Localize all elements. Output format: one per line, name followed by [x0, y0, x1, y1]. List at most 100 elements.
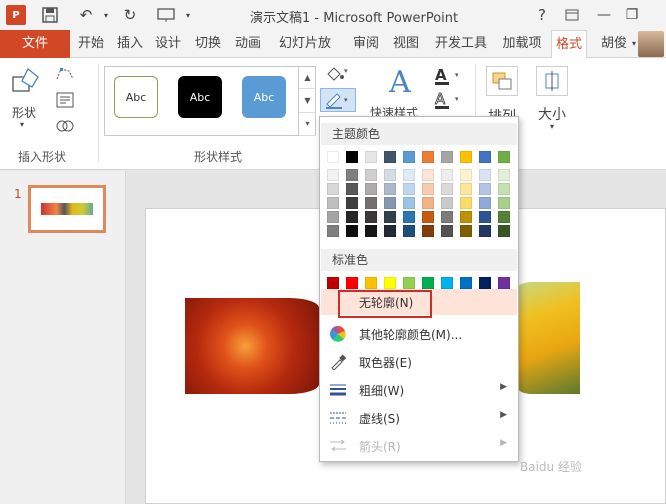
theme-color-swatch[interactable] — [498, 151, 510, 163]
theme-color-swatch[interactable] — [365, 151, 377, 163]
redo-icon[interactable]: ↻ — [120, 5, 140, 25]
undo-icon[interactable]: ↶ — [76, 5, 96, 25]
theme-shade-swatch[interactable] — [441, 211, 453, 223]
theme-shade-swatch[interactable] — [403, 197, 415, 209]
theme-shade-swatch[interactable] — [422, 225, 434, 237]
text-box-icon[interactable] — [54, 90, 76, 110]
theme-shade-swatch[interactable] — [441, 183, 453, 195]
tab-view[interactable]: 视图 — [388, 30, 424, 58]
size-label[interactable]: 大小 — [538, 104, 566, 124]
gallery-up-icon[interactable]: ▲ — [299, 66, 316, 90]
theme-color-swatch[interactable] — [479, 151, 491, 163]
theme-shade-swatch[interactable] — [403, 211, 415, 223]
restore-icon[interactable]: ❐ — [620, 4, 644, 26]
standard-color-swatch[interactable] — [365, 277, 377, 289]
dashes-item[interactable]: 虚线(S) ▶ — [321, 405, 517, 431]
tab-slideshow[interactable]: 幻灯片放 — [270, 30, 340, 58]
theme-color-swatch[interactable] — [422, 151, 434, 163]
standard-color-swatch[interactable] — [422, 277, 434, 289]
theme-shade-swatch[interactable] — [403, 169, 415, 181]
shape-outline-icon[interactable]: ▾ — [320, 88, 356, 112]
tab-insert[interactable]: 插入 — [112, 30, 148, 58]
minimize-icon[interactable]: — — [592, 4, 616, 26]
standard-color-swatch[interactable] — [327, 277, 339, 289]
theme-shade-swatch[interactable] — [365, 197, 377, 209]
theme-shade-swatch[interactable] — [327, 169, 339, 181]
arrows-item[interactable]: 箭头(R) ▶ — [321, 433, 517, 459]
size-icon[interactable] — [536, 66, 568, 96]
theme-shade-swatch[interactable] — [384, 225, 396, 237]
theme-shade-swatch[interactable] — [403, 225, 415, 237]
text-fill-icon[interactable]: A ▾ — [432, 66, 468, 86]
tab-home[interactable]: 开始 — [72, 30, 110, 58]
shapes-dropdown-icon[interactable]: ▾ — [20, 120, 24, 129]
standard-color-swatch[interactable] — [460, 277, 472, 289]
user-name[interactable]: 胡俊 — [596, 30, 632, 58]
theme-shade-swatch[interactable] — [479, 197, 491, 209]
help-icon[interactable]: ? — [530, 4, 554, 26]
theme-shade-swatch[interactable] — [346, 225, 358, 237]
theme-shade-swatch[interactable] — [422, 211, 434, 223]
tab-animations[interactable]: 动画 — [230, 30, 266, 58]
theme-color-swatch[interactable] — [403, 151, 415, 163]
theme-shade-swatch[interactable] — [346, 197, 358, 209]
text-outline-icon[interactable]: A ▾ — [432, 90, 468, 110]
theme-color-swatch[interactable] — [384, 151, 396, 163]
theme-shade-swatch[interactable] — [460, 169, 472, 181]
shapes-icon[interactable] — [8, 66, 44, 96]
theme-shade-swatch[interactable] — [327, 183, 339, 195]
chrysanthemum-picture[interactable] — [185, 298, 319, 394]
slide-thumbnail[interactable] — [28, 185, 106, 233]
theme-shade-swatch[interactable] — [384, 197, 396, 209]
shapes-button-label[interactable]: 形状 — [12, 104, 36, 121]
theme-shade-swatch[interactable] — [327, 225, 339, 237]
theme-shade-swatch[interactable] — [365, 225, 377, 237]
tab-review[interactable]: 审阅 — [348, 30, 384, 58]
theme-shade-swatch[interactable] — [384, 183, 396, 195]
more-outline-colors-item[interactable]: 其他轮廓颜色(M)... — [321, 321, 517, 347]
theme-shade-swatch[interactable] — [479, 225, 491, 237]
wordart-quick-styles-icon[interactable]: A — [380, 64, 420, 100]
standard-color-swatch[interactable] — [384, 277, 396, 289]
gallery-down-icon[interactable]: ▼ — [299, 89, 316, 113]
theme-shade-swatch[interactable] — [460, 211, 472, 223]
theme-shade-swatch[interactable] — [365, 183, 377, 195]
theme-shade-swatch[interactable] — [384, 169, 396, 181]
gallery-more-icon[interactable]: ▾ — [299, 113, 316, 136]
shape-style-blue[interactable]: Abc — [242, 76, 286, 118]
theme-shade-swatch[interactable] — [460, 197, 472, 209]
shape-fill-icon[interactable]: ▾ — [322, 64, 352, 84]
theme-shade-swatch[interactable] — [498, 225, 510, 237]
theme-shade-swatch[interactable] — [384, 211, 396, 223]
qat-customize-icon[interactable]: ▾ — [178, 5, 198, 25]
theme-shade-swatch[interactable] — [327, 197, 339, 209]
theme-shade-swatch[interactable] — [460, 183, 472, 195]
tab-file[interactable]: 文件 — [0, 30, 70, 58]
save-icon[interactable] — [40, 5, 60, 25]
theme-shade-swatch[interactable] — [403, 183, 415, 195]
edit-shape-icon[interactable] — [54, 64, 76, 84]
tab-design[interactable]: 设计 — [150, 30, 186, 58]
weight-item[interactable]: 粗细(W) ▶ — [321, 377, 517, 403]
shape-style-white[interactable]: Abc — [114, 76, 158, 118]
avatar[interactable] — [638, 31, 664, 57]
theme-shade-swatch[interactable] — [498, 183, 510, 195]
eyedropper-item[interactable]: 取色器(E) — [321, 349, 517, 375]
theme-shade-swatch[interactable] — [479, 183, 491, 195]
theme-shade-swatch[interactable] — [479, 169, 491, 181]
theme-shade-swatch[interactable] — [479, 211, 491, 223]
standard-color-swatch[interactable] — [346, 277, 358, 289]
slideshow-icon[interactable] — [156, 5, 176, 25]
theme-shade-swatch[interactable] — [346, 169, 358, 181]
theme-shade-swatch[interactable] — [441, 197, 453, 209]
theme-shade-swatch[interactable] — [365, 211, 377, 223]
tab-format[interactable]: 格式 — [551, 30, 587, 59]
merge-shapes-icon[interactable] — [54, 116, 76, 136]
theme-shade-swatch[interactable] — [441, 225, 453, 237]
tulip-picture[interactable] — [518, 282, 580, 394]
theme-shade-swatch[interactable] — [346, 183, 358, 195]
tab-addins[interactable]: 加载项 — [496, 30, 548, 58]
theme-shade-swatch[interactable] — [365, 169, 377, 181]
standard-color-swatch[interactable] — [403, 277, 415, 289]
theme-color-swatch[interactable] — [460, 151, 472, 163]
